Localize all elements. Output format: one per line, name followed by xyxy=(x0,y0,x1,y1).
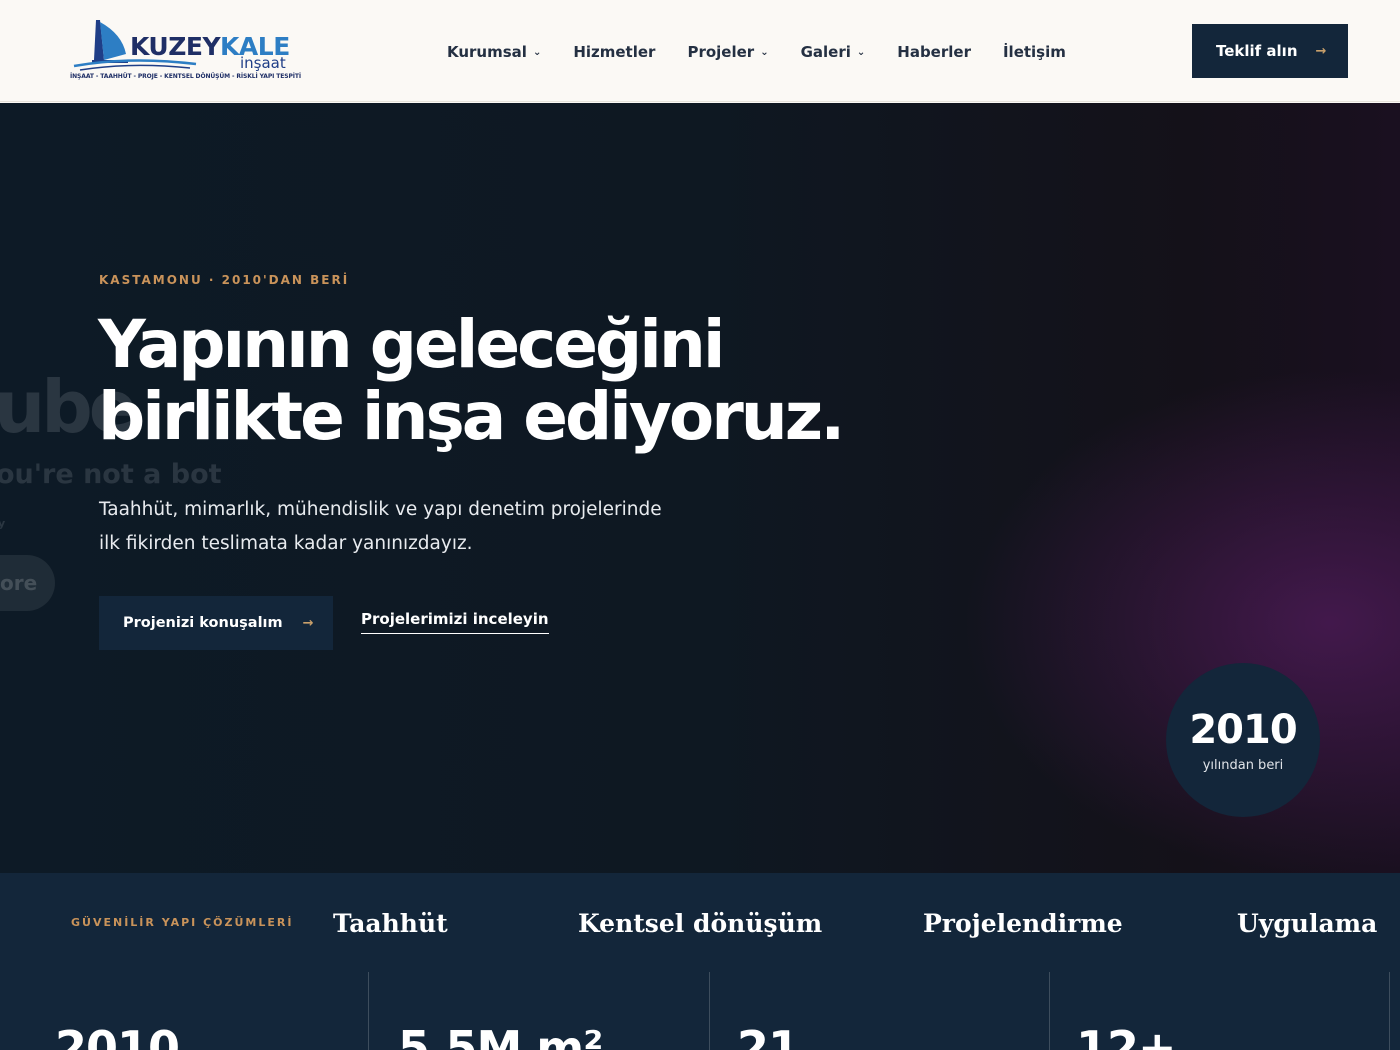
arrow-right-icon: → xyxy=(1315,43,1327,59)
hero-title: Yapının geleceğini birlikte inşa ediyoru… xyxy=(98,306,845,455)
badge-subtitle: yılından beri xyxy=(1202,757,1284,773)
badge-year: 2010 xyxy=(1189,706,1297,753)
logo-subtitle: inşaat xyxy=(240,54,286,72)
chevron-down-icon: ⌄ xyxy=(760,46,769,58)
stat-value: 21 xyxy=(737,1021,800,1050)
arrow-right-icon: → xyxy=(302,615,314,631)
divider xyxy=(1049,972,1050,1050)
overlay-pill-button[interactable]: ore xyxy=(0,555,55,611)
stat-value: 12+ xyxy=(1076,1021,1177,1050)
nav-item-kurumsal[interactable]: Kurumsal ⌄ xyxy=(447,42,541,62)
view-projects-link[interactable]: Projelerimizi inceleyin xyxy=(361,610,549,634)
chevron-down-icon: ⌄ xyxy=(856,46,866,58)
nav-item-galeri[interactable]: Galeri ⌄ xyxy=(801,42,866,62)
talk-project-button[interactable]: Projenizi konuşalım → xyxy=(99,596,333,650)
since-year-badge: 2010 yılından beri xyxy=(1166,663,1320,817)
service-item: Projelendirme xyxy=(923,909,1123,938)
service-item: Kentsel dönüşüm xyxy=(578,909,823,938)
divider xyxy=(368,972,369,1050)
site-header: KUZEYKALE inşaat İNŞAAT - TAAHHÜT - PROJ… xyxy=(0,0,1400,102)
hero-description: Taahhüt, mimarlık, mühendislik ve yapı d… xyxy=(99,499,662,554)
service-item: Taahhüt xyxy=(333,909,448,938)
services-strip: GÜVENİLİR YAPI ÇÖZÜMLERİ Taahhüt Kentsel… xyxy=(0,873,1400,1050)
nav-item-iletisim[interactable]: İletişim xyxy=(1003,42,1066,62)
stat-value: 5.5M m² xyxy=(398,1021,603,1050)
divider xyxy=(1389,972,1390,1050)
hero-eyebrow: KASTAMONU · 2010'DAN BERİ xyxy=(99,273,350,287)
nav-item-haberler[interactable]: Haberler xyxy=(897,42,971,62)
hero-section: ube ou're not a bot y ore KASTAMONU · 20… xyxy=(0,103,1400,873)
nav-item-hizmetler[interactable]: Hizmetler xyxy=(573,42,655,62)
logo-tagline: İNŞAAT - TAAHHÜT - PROJE - KENTSEL DÖNÜŞ… xyxy=(70,73,302,80)
service-item: Uygulama xyxy=(1237,909,1378,938)
main-nav: Kurumsal ⌄ Hizmetler Projeler ⌄ Galeri ⌄ Ha… xyxy=(447,42,1098,62)
chevron-down-icon: ⌄ xyxy=(532,46,542,58)
overlay-text: y xyxy=(0,517,6,530)
quote-button[interactable]: Teklif alın → xyxy=(1192,24,1348,78)
company-logo[interactable]: KUZEYKALE inşaat İNŞAAT - TAAHHÜT - PROJ… xyxy=(70,16,302,86)
overlay-text: ou're not a bot xyxy=(0,459,222,490)
nav-item-projeler[interactable]: Projeler ⌄ xyxy=(687,42,768,62)
strip-eyebrow: GÜVENİLİR YAPI ÇÖZÜMLERİ xyxy=(71,916,294,929)
divider xyxy=(709,972,710,1050)
stat-value: 2010 xyxy=(55,1021,180,1050)
